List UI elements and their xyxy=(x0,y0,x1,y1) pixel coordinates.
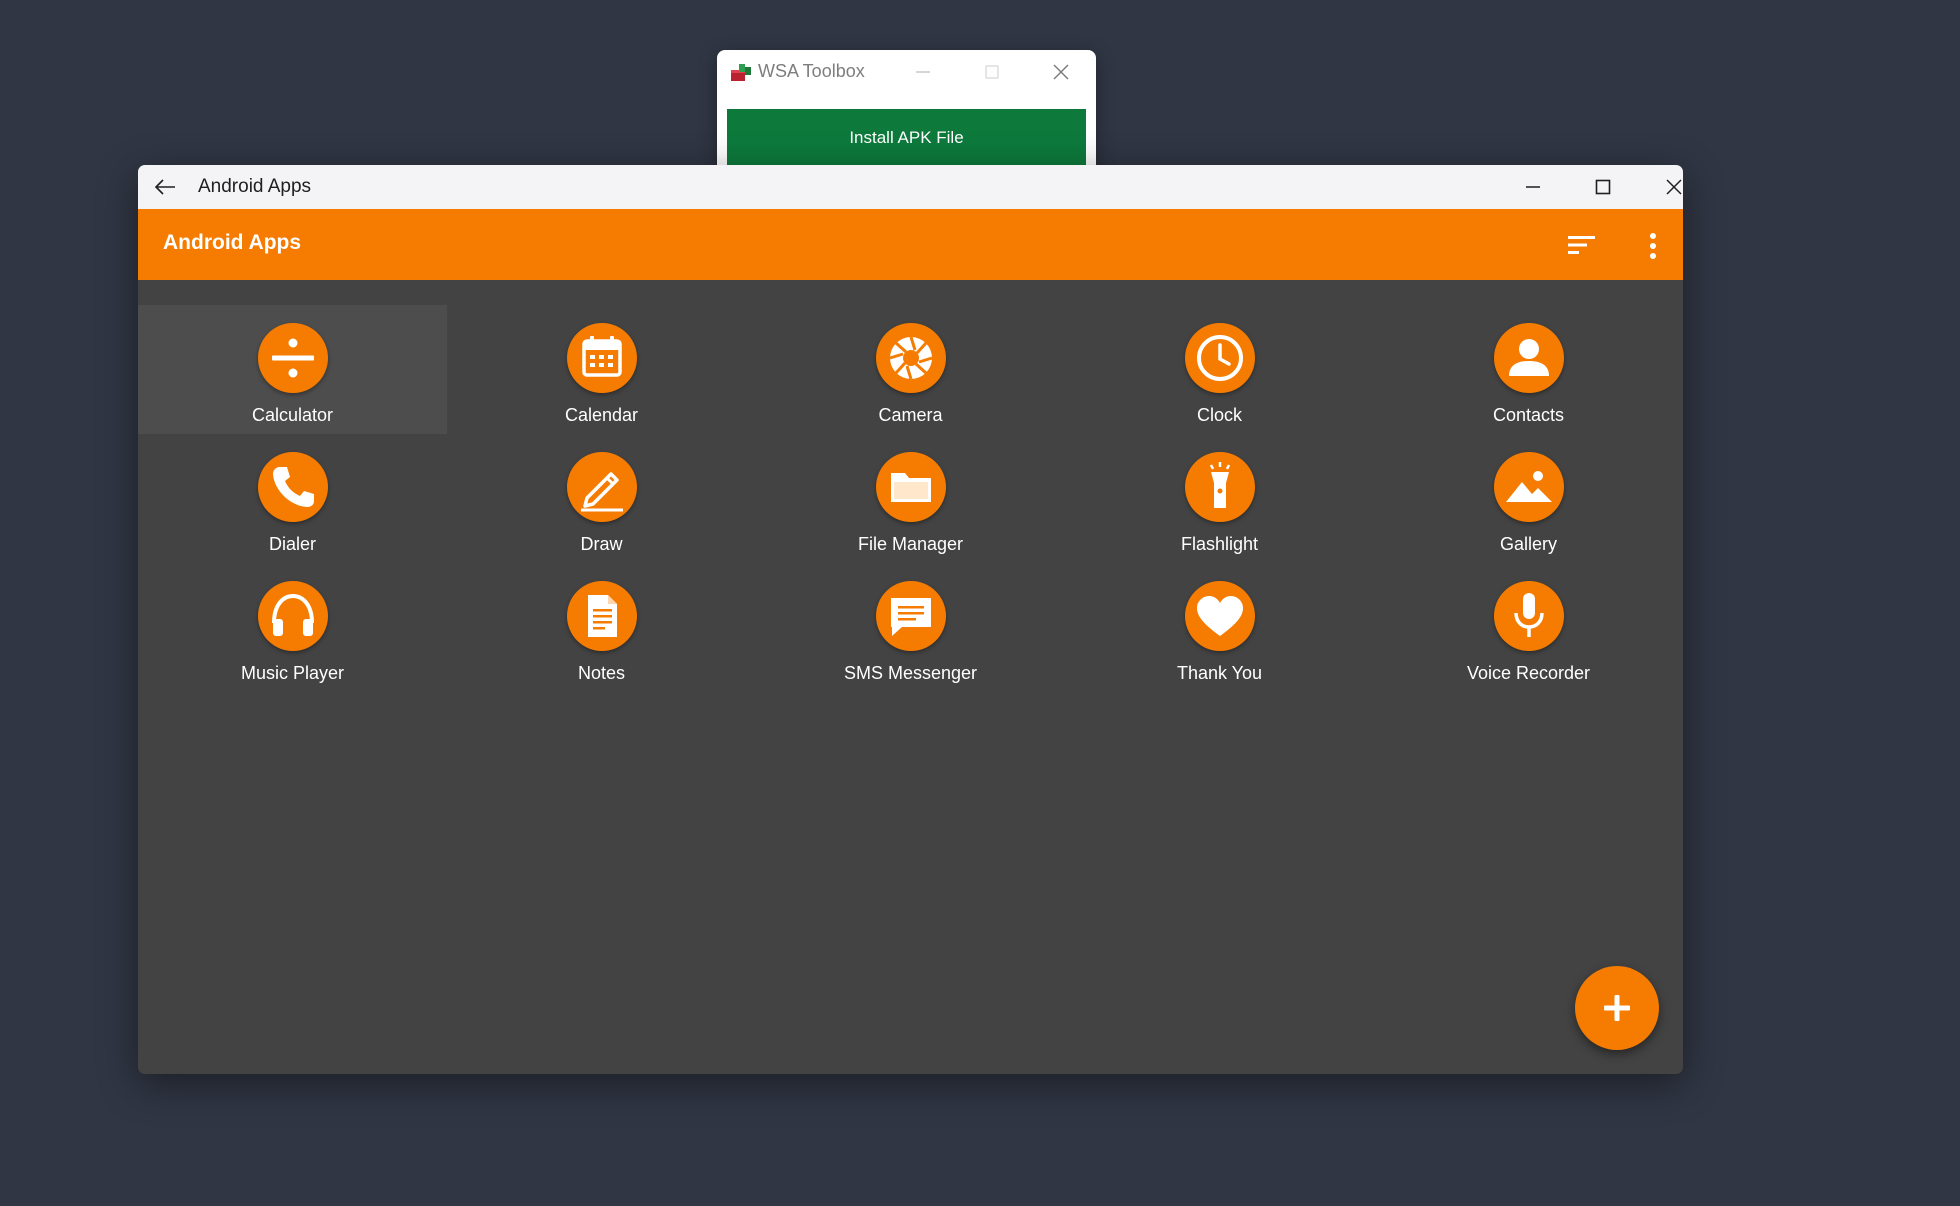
close-button[interactable] xyxy=(1646,169,1683,205)
calendar-icon xyxy=(567,323,637,393)
pencil-icon xyxy=(567,452,637,522)
app-notes[interactable]: Notes xyxy=(447,563,756,692)
document-icon xyxy=(567,581,637,651)
app-label: Thank You xyxy=(1176,663,1263,683)
app-label: Voice Recorder xyxy=(1466,663,1591,683)
more-vertical-icon xyxy=(1650,233,1656,259)
app-calculator[interactable]: Calculator xyxy=(138,305,447,434)
headphones-icon xyxy=(258,581,328,651)
window-title: Android Apps xyxy=(198,176,312,197)
plus-icon xyxy=(1604,995,1630,1021)
app-voice-recorder[interactable]: Voice Recorder xyxy=(1374,563,1683,692)
phone-icon xyxy=(258,452,328,522)
sort-icon xyxy=(1568,236,1595,254)
apps-grid: Calculator Calendar Camera Clock Contact… xyxy=(138,305,1683,692)
wsa-toolbox-window: WSA Toolbox Install APK File xyxy=(717,50,1096,178)
wsa-minimize-button[interactable] xyxy=(903,58,943,86)
close-icon xyxy=(1666,179,1682,195)
app-draw[interactable]: Draw xyxy=(447,434,756,563)
app-bar: Android Apps xyxy=(138,209,1683,280)
wsa-close-button[interactable] xyxy=(1041,58,1081,86)
app-label: Flashlight xyxy=(1180,534,1259,554)
app-calendar[interactable]: Calendar xyxy=(447,305,756,434)
app-gallery[interactable]: Gallery xyxy=(1374,434,1683,563)
sort-button[interactable] xyxy=(1561,225,1601,265)
app-thank-you[interactable]: Thank You xyxy=(1065,563,1374,692)
wsa-logo-icon xyxy=(730,63,752,83)
app-flashlight[interactable]: Flashlight xyxy=(1065,434,1374,563)
wsa-maximize-button[interactable] xyxy=(972,58,1012,86)
microphone-icon xyxy=(1494,581,1564,651)
app-label: Contacts xyxy=(1492,405,1565,425)
app-music-player[interactable]: Music Player xyxy=(138,563,447,692)
app-sms-messenger[interactable]: SMS Messenger xyxy=(756,563,1065,692)
app-label: Gallery xyxy=(1499,534,1557,554)
folder-icon xyxy=(876,452,946,522)
app-camera[interactable]: Camera xyxy=(756,305,1065,434)
minimize-button[interactable] xyxy=(1505,169,1561,205)
person-icon xyxy=(1494,323,1564,393)
more-options-button[interactable] xyxy=(1633,225,1673,265)
maximize-button[interactable] xyxy=(1575,169,1631,205)
maximize-icon xyxy=(1595,179,1611,195)
android-apps-window: Android Apps Android Apps Calculator Cal… xyxy=(138,165,1683,1074)
app-label: Calendar xyxy=(564,405,639,425)
app-contacts[interactable]: Contacts xyxy=(1374,305,1683,434)
clock-icon xyxy=(1185,323,1255,393)
app-label: Dialer xyxy=(268,534,316,554)
calculator-icon xyxy=(258,323,328,393)
message-icon xyxy=(876,581,946,651)
image-icon xyxy=(1494,452,1564,522)
app-label: Notes xyxy=(577,663,626,683)
add-app-button[interactable] xyxy=(1575,966,1659,1050)
app-label: Music Player xyxy=(240,663,345,683)
app-label: Clock xyxy=(1196,405,1242,425)
app-label: Calculator xyxy=(251,405,334,425)
app-label: Draw xyxy=(580,534,623,554)
app-dialer[interactable]: Dialer xyxy=(138,434,447,563)
camera-aperture-icon xyxy=(876,323,946,393)
app-label: SMS Messenger xyxy=(843,663,978,683)
app-bar-title: Android Apps xyxy=(163,231,302,254)
flashlight-icon xyxy=(1185,452,1255,522)
back-button[interactable] xyxy=(150,173,180,201)
install-apk-button[interactable]: Install APK File xyxy=(727,109,1086,166)
wsa-toolbox-title: WSA Toolbox xyxy=(758,61,865,81)
wsa-toolbox-titlebar[interactable]: WSA Toolbox xyxy=(717,50,1096,94)
app-file-manager[interactable]: File Manager xyxy=(756,434,1065,563)
app-label: File Manager xyxy=(857,534,964,554)
app-clock[interactable]: Clock xyxy=(1065,305,1374,434)
minimize-icon xyxy=(1526,186,1540,188)
arrow-left-icon xyxy=(154,179,175,195)
app-label: Camera xyxy=(878,405,943,425)
window-titlebar[interactable]: Android Apps xyxy=(138,165,1683,209)
heart-icon xyxy=(1185,581,1255,651)
